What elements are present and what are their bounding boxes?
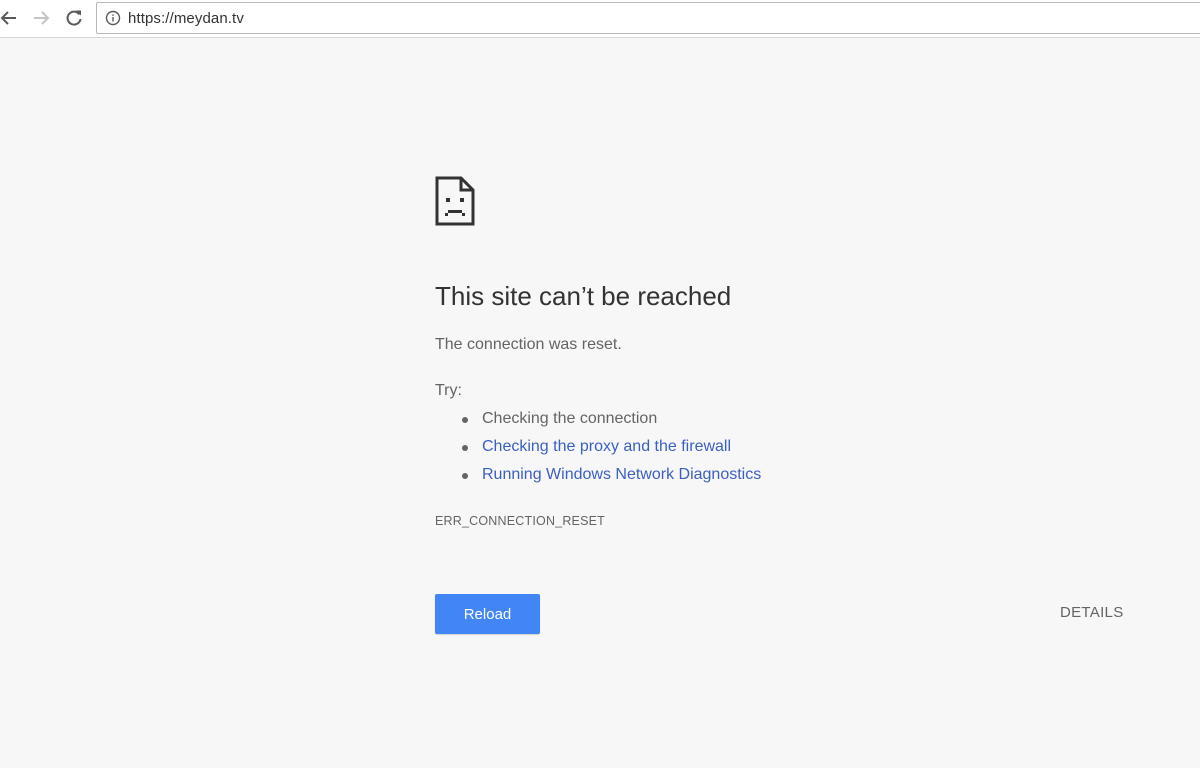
info-icon[interactable]: [105, 10, 121, 26]
reload-button[interactable]: Reload: [435, 594, 540, 634]
error-code: ERR_CONNECTION_RESET: [435, 514, 605, 528]
url-text: https://meydan.tv: [128, 9, 244, 27]
reload-icon[interactable]: [61, 5, 87, 31]
bullet: [462, 473, 468, 479]
bullet: [462, 417, 468, 423]
suggestion-network-diagnostics-link[interactable]: Running Windows Network Diagnostics: [482, 466, 761, 483]
try-label: Try:: [435, 382, 462, 399]
forward-arrow-icon[interactable]: [28, 5, 54, 31]
list-item[interactable]: Checking the proxy and the firewall: [435, 436, 761, 464]
sad-document-icon: [435, 176, 475, 226]
suggestion-proxy-firewall-link[interactable]: Checking the proxy and the firewall: [482, 438, 731, 455]
error-title: This site can’t be reached: [435, 281, 732, 311]
back-arrow-icon[interactable]: [0, 5, 22, 31]
suggestion-check-connection: Checking the connection: [482, 410, 658, 427]
bullet: [462, 445, 468, 451]
browser-toolbar: https://meydan.tv: [0, 0, 1200, 38]
suggestion-list: Checking the connection Checking the pro…: [435, 408, 761, 492]
details-button[interactable]: DETAILS: [1060, 604, 1124, 621]
list-item[interactable]: Running Windows Network Diagnostics: [435, 464, 761, 492]
list-item: Checking the connection: [435, 408, 761, 436]
address-bar[interactable]: https://meydan.tv: [96, 2, 1200, 34]
error-subtitle: The connection was reset.: [435, 336, 622, 353]
